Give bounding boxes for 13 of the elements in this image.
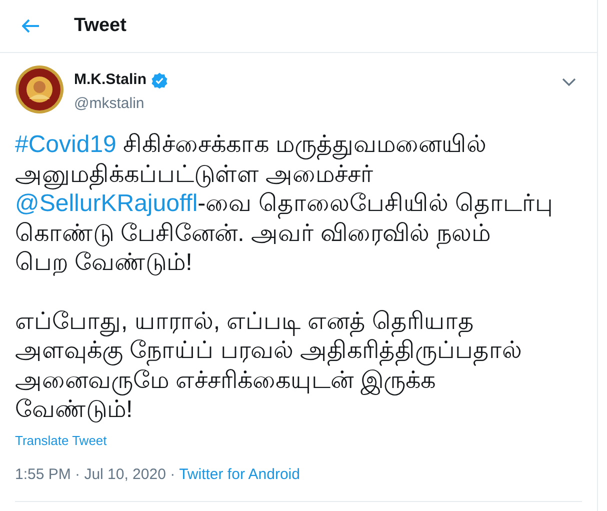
hashtag-link[interactable]: #Covid19 (15, 131, 116, 158)
author-name[interactable]: M.K.Stalin (74, 69, 147, 92)
tweet-paragraph: எப்போது, யாரால், எப்படி எனத் தெரியாத அளவுக்கு நோய்ப் பரவல் அதிகரித்திருப்பதால் அனைவருமே எச்சரிக்கையுடன் இருக்க வேண்டும்! (15, 306, 524, 424)
avatar[interactable] (15, 65, 64, 114)
back-arrow-icon[interactable] (22, 19, 40, 33)
timestamp[interactable]: 1:55 PM · Jul 10, 2020 · (15, 464, 176, 486)
translate-link[interactable]: Translate Tweet (15, 430, 582, 450)
source-link[interactable]: Twitter for Android (179, 464, 300, 486)
page-title: Tweet (74, 14, 126, 38)
tweet-paragraph: #Covid19 சிகிச்சைக்காக மருத்துவமனையில் அனுமதிக்கப்பட்டுள்ள அமைச்சர் @SellurKRajuoffl-வை தொலைபேசியில் தொடர்பு கொண்டு பேசினேன். அவர் விரைவில் நலம் பெற வேண்டும்! (15, 130, 554, 278)
author-handle[interactable]: @mkstalin (74, 92, 562, 115)
chevron-down-icon[interactable] (562, 77, 576, 87)
mention-link[interactable]: @SellurKRajuoffl (15, 190, 198, 217)
